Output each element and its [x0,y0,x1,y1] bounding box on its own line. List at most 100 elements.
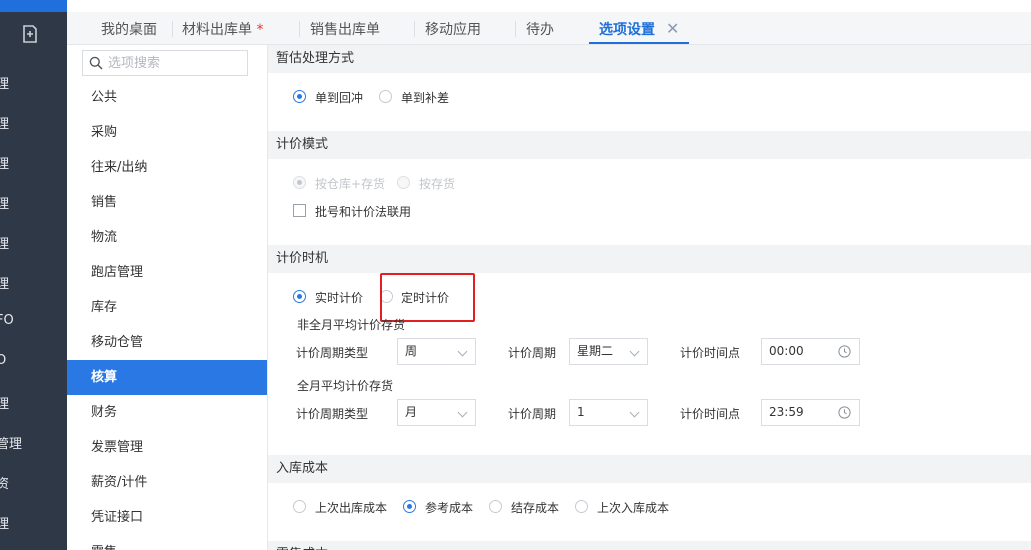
option-category-item[interactable]: 库存 [67,290,267,325]
radio-label: 上次出库成本 [315,501,388,515]
nav-item[interactable]: 理 [0,513,67,532]
field-label: 计价周期类型 [296,346,369,360]
radio-label: 结存成本 [511,501,560,515]
option-search-box[interactable] [82,50,248,76]
field-label: 计价时间点 [680,346,741,360]
time-value: 23:59 [769,405,804,419]
chevron-down-icon [457,346,468,357]
section-estimate-title: 暂估处理方式 [268,45,1031,73]
nav-item[interactable]: 理 [0,233,67,252]
radio-label: 实时计价 [315,291,364,305]
option-category-item[interactable]: 往来/出纳 [67,150,267,185]
radio-label: 上次入库成本 [597,501,670,515]
chevron-down-icon [629,407,640,418]
pricing-time-picker[interactable]: 00:00 [761,338,860,365]
field-label: 计价时间点 [680,407,741,421]
period-select[interactable]: 星期二 [569,338,648,365]
option-category-item[interactable]: 跑店管理 [67,255,267,290]
option-category-item[interactable]: 销售 [67,185,267,220]
subsection-title: 非全月平均计价存货 [297,318,406,332]
nav-item[interactable]: 理 [0,193,67,212]
option-category-item[interactable]: 采购 [67,115,267,150]
option-category-item[interactable]: 公共 [67,80,267,115]
radio-label: 按仓库+存货 [315,177,386,191]
period-type-select[interactable]: 月 [397,399,476,426]
option-category-item[interactable]: 物流 [67,220,267,255]
tab-label: 移动应用 [425,22,481,38]
tab-option-settings[interactable]: 选项设置 [599,12,655,45]
section-inbound-cost-title: 入库成本 [268,455,1031,483]
nav-item[interactable]: 管理 [0,433,67,452]
option-category-item[interactable]: 零售 [67,535,267,550]
search-icon [89,56,103,70]
radio-label: 单到补差 [401,91,450,105]
clock-icon [838,406,851,419]
tab-label: 销售出库单 [310,22,380,38]
tab-todo[interactable]: 待办 [526,12,554,45]
subsection-title: 全月平均计价存货 [297,379,394,393]
radio-label: 单到回冲 [315,91,364,105]
radio-balance-cost[interactable] [489,500,502,513]
nav-item[interactable]: O [0,353,67,368]
checkbox-label: 批号和计价法联用 [315,205,412,219]
period-select[interactable]: 1 [569,399,648,426]
select-value: 月 [405,405,418,419]
select-value: 1 [577,405,585,419]
time-value: 00:00 [769,344,804,358]
nav-item[interactable]: FO [0,313,67,328]
radio-estimate-reverse[interactable] [293,90,306,103]
pricing-time-picker[interactable]: 23:59 [761,399,860,426]
nav-item[interactable]: 理 [0,393,67,412]
radio-estimate-diff[interactable] [379,90,392,103]
active-tab-indicator [589,42,689,44]
field-label: 计价周期类型 [296,407,369,421]
new-document-icon[interactable] [20,24,40,44]
tab-divider [414,21,415,37]
radio-label: 参考成本 [425,501,474,515]
tab-material-outbound[interactable]: 材料出库单 * [182,12,263,45]
options-category-list: 公共 采购 往来/出纳 销售 物流 跑店管理 库存 移动仓管 核算 财务 发票管… [67,45,268,550]
radio-reference-cost[interactable] [403,500,416,513]
nav-item[interactable]: 理 [0,273,67,292]
chevron-down-icon [457,407,468,418]
tab-divider [299,21,300,37]
top-accent-bar [0,0,67,12]
nav-item[interactable]: 理 [0,113,67,132]
select-value: 周 [405,344,418,358]
field-label: 计价周期 [508,407,557,421]
option-category-item[interactable]: 发票管理 [67,430,267,465]
tab-label: 选项设置 [599,22,655,38]
tab-divider [172,21,173,37]
radio-last-inbound-cost[interactable] [575,500,588,513]
option-category-item[interactable]: 薪资/计件 [67,465,267,500]
option-category-item[interactable]: 移动仓管 [67,325,267,360]
chevron-down-icon [629,346,640,357]
radio-label: 按存货 [419,177,456,191]
tab-sales-outbound[interactable]: 销售出库单 [310,12,380,45]
radio-by-warehouse-inventory [293,176,306,189]
clock-icon [838,345,851,358]
nav-item[interactable]: 资 [0,473,67,492]
tab-bar: 我的桌面 材料出库单 * 销售出库单 移动应用 待办 选项设置 [67,12,1031,45]
nav-item[interactable]: 理 [0,153,67,172]
radio-last-outbound-cost[interactable] [293,500,306,513]
tab-mobile-apps[interactable]: 移动应用 [425,12,481,45]
section-pricing-mode-title: 计价模式 [268,131,1031,159]
checkbox-batch-pricing-link[interactable] [293,204,306,217]
option-category-item[interactable]: 凭证接口 [67,500,267,535]
radio-realtime-pricing[interactable] [293,290,306,303]
select-value: 星期二 [577,344,614,358]
field-label: 计价周期 [508,346,557,360]
tab-my-desktop[interactable]: 我的桌面 [101,12,157,45]
period-type-select[interactable]: 周 [397,338,476,365]
tab-divider [515,21,516,37]
tab-label: 我的桌面 [101,22,157,38]
close-icon[interactable]: ✕ [666,21,679,37]
option-search-input[interactable] [108,54,238,72]
nav-item[interactable]: 理 [0,73,67,92]
option-category-item-accounting[interactable]: 核算 [67,360,267,395]
unsaved-marker: * [256,22,264,38]
tab-label: 材料出库单 [182,22,252,38]
annotation-highlight-box [380,273,475,322]
option-category-item[interactable]: 财务 [67,395,267,430]
